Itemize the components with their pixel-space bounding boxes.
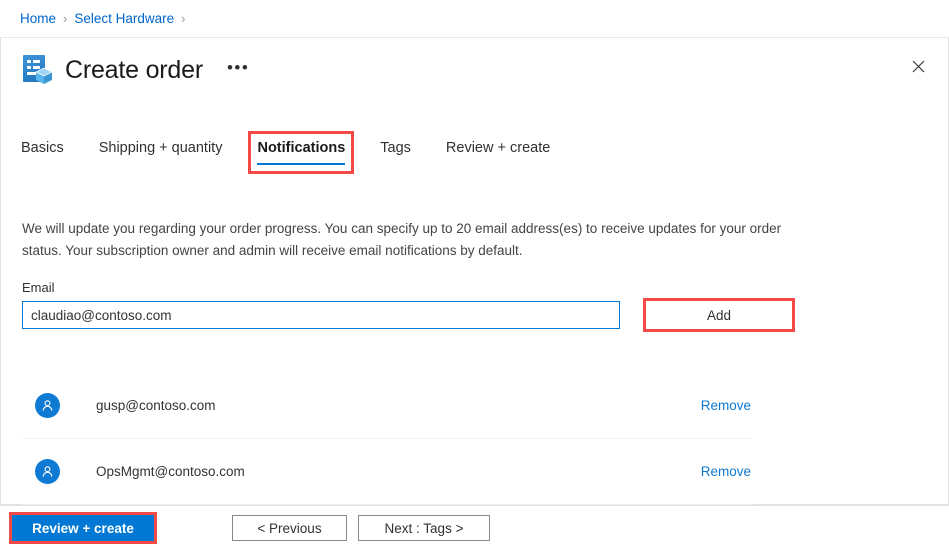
more-options-icon[interactable]: ••• — [223, 55, 253, 86]
avatar — [35, 459, 60, 484]
remove-recipient-link[interactable]: Remove — [701, 398, 751, 413]
email-input[interactable] — [22, 301, 620, 329]
review-create-button-label: Review + create — [32, 520, 134, 536]
avatar — [35, 393, 60, 418]
tab-shipping-quantity-label: Shipping + quantity — [98, 139, 223, 156]
email-field-label: Email — [22, 280, 55, 295]
page-header: Create order ••• — [21, 46, 253, 94]
tab-basics-label: Basics — [21, 139, 64, 156]
breadcrumb: Home › Select Hardware › — [0, 0, 949, 38]
recipient-list: gusp@contoso.com Remove OpsMgmt@contoso.… — [22, 373, 753, 505]
list-item: gusp@contoso.com Remove — [22, 373, 753, 439]
breadcrumb-separator-icon-2: › — [181, 11, 186, 26]
page-title: Create order — [65, 55, 203, 84]
breadcrumb-item-home[interactable]: Home — [20, 12, 56, 26]
tab-shipping-quantity[interactable]: Shipping + quantity — [99, 140, 223, 165]
previous-button[interactable]: < Previous — [232, 515, 347, 541]
next-button-label: Next : Tags > — [384, 520, 464, 536]
previous-button-label: < Previous — [257, 520, 322, 536]
review-create-button[interactable]: Review + create — [9, 512, 157, 544]
tab-tags-label: Tags — [380, 139, 411, 156]
wizard-footer: Review + create < Previous Next : Tags > — [0, 505, 949, 548]
tab-review-create[interactable]: Review + create — [446, 140, 550, 165]
tab-tags[interactable]: Tags — [380, 140, 411, 165]
notifications-description: We will update you regarding your order … — [22, 221, 782, 258]
add-email-button[interactable]: Add — [643, 298, 795, 332]
remove-recipient-link[interactable]: Remove — [701, 464, 751, 479]
close-icon[interactable] — [902, 50, 934, 82]
create-order-blade: Home › Select Hardware › Create order ••… — [0, 0, 949, 548]
recipient-email: gusp@contoso.com — [96, 398, 216, 413]
wizard-tabs: Basics Shipping + quantity Notifications… — [21, 129, 550, 175]
tab-basics[interactable]: Basics — [21, 140, 64, 165]
breadcrumb-separator-icon: › — [63, 11, 68, 26]
breadcrumb-item-select-hardware[interactable]: Select Hardware — [74, 12, 174, 26]
tab-notifications[interactable]: Notifications — [248, 130, 355, 175]
order-document-cube-icon — [21, 53, 55, 87]
next-button[interactable]: Next : Tags > — [358, 515, 490, 541]
tab-notifications-label: Notifications — [257, 139, 346, 156]
tab-active-underline — [257, 162, 346, 165]
recipient-email: OpsMgmt@contoso.com — [96, 464, 245, 479]
content-panel: Create order ••• Basics Shipping + quant… — [0, 38, 949, 505]
add-email-button-label: Add — [706, 307, 732, 323]
tab-review-create-label: Review + create — [445, 139, 551, 156]
list-item: OpsMgmt@contoso.com Remove — [22, 439, 753, 505]
